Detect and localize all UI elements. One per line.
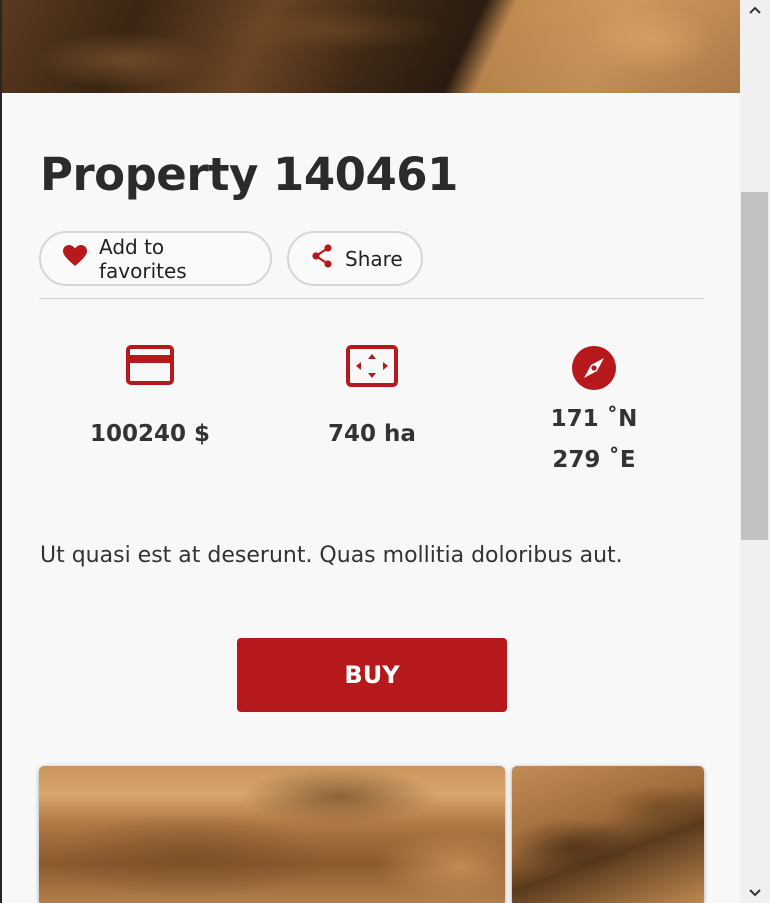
latitude-value: 171 ˚N <box>550 406 638 432</box>
scrollbar-thumb[interactable] <box>741 192 768 540</box>
compass-icon <box>571 345 617 391</box>
chevron-down-icon[interactable] <box>740 883 770 903</box>
area-value: 740 ha <box>328 421 416 447</box>
property-description: Ut quasi est at deserunt. Quas mollitia … <box>40 543 623 568</box>
gallery-image[interactable] <box>39 766 505 903</box>
add-to-favorites-label: Add to favorites <box>99 234 187 283</box>
hero-image <box>2 0 740 93</box>
chevron-up-icon[interactable] <box>740 0 770 20</box>
page-title: Property 140461 <box>40 148 458 201</box>
gallery-image[interactable] <box>512 766 704 903</box>
longitude-value: 279 ˚E <box>552 447 636 473</box>
location-stat: 171 ˚N 279 ˚E <box>483 345 705 481</box>
credit-card-icon <box>126 345 174 391</box>
price-value: 100240 $ <box>89 421 211 447</box>
scrollbar[interactable] <box>740 0 770 903</box>
property-detail-panel: Property 140461 Add to favorites Share 1… <box>2 0 740 903</box>
divider <box>39 298 704 299</box>
heart-icon <box>63 245 87 272</box>
share-icon <box>311 244 333 273</box>
buy-button[interactable]: BUY <box>237 638 507 712</box>
share-button[interactable]: Share <box>287 231 423 286</box>
area-stat: 740 ha <box>261 345 483 447</box>
share-label: Share <box>345 246 403 271</box>
add-to-favorites-button[interactable]: Add to favorites <box>39 231 272 286</box>
expand-area-icon <box>346 345 398 391</box>
price-stat: 100240 $ <box>39 345 261 447</box>
